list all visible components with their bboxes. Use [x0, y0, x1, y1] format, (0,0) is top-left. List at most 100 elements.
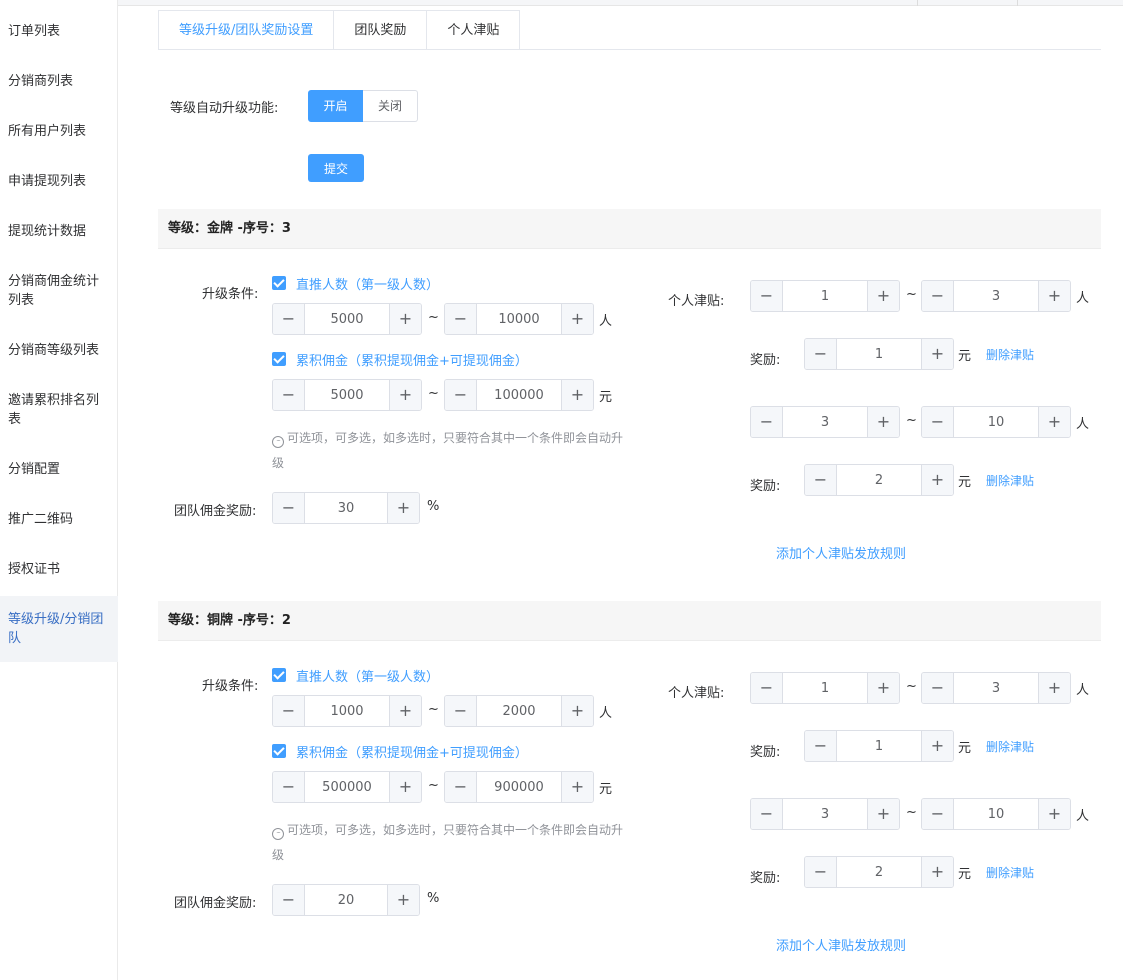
number-input[interactable]: [305, 493, 387, 523]
plus-button[interactable]: +: [389, 696, 421, 726]
number-input[interactable]: [954, 799, 1038, 829]
sidebar-item-all-users[interactable]: 所有用户列表: [0, 122, 118, 141]
number-input[interactable]: [837, 339, 921, 369]
plus-button[interactable]: +: [561, 696, 593, 726]
minus-button[interactable]: −: [805, 857, 837, 887]
minus-button[interactable]: −: [805, 465, 837, 495]
minus-button[interactable]: −: [273, 380, 305, 410]
number-input[interactable]: [783, 799, 867, 829]
plus-button[interactable]: +: [867, 281, 899, 311]
plus-button[interactable]: +: [389, 304, 421, 334]
sidebar-item-orders[interactable]: 订单列表: [0, 22, 118, 41]
sidebar-item-certificate[interactable]: 授权证书: [0, 560, 118, 579]
number-input[interactable]: [783, 281, 867, 311]
plus-button[interactable]: +: [921, 339, 953, 369]
number-input[interactable]: [305, 304, 389, 334]
plus-button[interactable]: +: [1038, 799, 1070, 829]
minus-button[interactable]: −: [751, 799, 783, 829]
direct-count-option-label[interactable]: 直推人数（第一级人数）: [296, 274, 439, 293]
upgrade-condition-label: 升级条件:: [202, 679, 259, 694]
direct-count-checkbox[interactable]: [272, 276, 286, 290]
minus-button[interactable]: −: [445, 772, 477, 802]
minus-button[interactable]: −: [751, 673, 783, 703]
plus-button[interactable]: +: [561, 304, 593, 334]
delete-allowance-link[interactable]: 删除津贴: [986, 864, 1034, 881]
plus-button[interactable]: +: [867, 407, 899, 437]
plus-button[interactable]: +: [561, 772, 593, 802]
plus-button[interactable]: +: [387, 885, 419, 915]
sidebar-item-distributor-levels[interactable]: 分销商等级列表: [0, 341, 118, 360]
plus-button[interactable]: +: [1038, 281, 1070, 311]
minus-button[interactable]: −: [273, 696, 305, 726]
minus-button[interactable]: −: [922, 799, 954, 829]
plus-button[interactable]: +: [389, 380, 421, 410]
delete-allowance-link[interactable]: 删除津贴: [986, 738, 1034, 755]
plus-button[interactable]: +: [867, 799, 899, 829]
minus-button[interactable]: −: [445, 696, 477, 726]
direct-count-checkbox[interactable]: [272, 668, 286, 682]
number-input[interactable]: [305, 380, 389, 410]
minus-button[interactable]: −: [922, 407, 954, 437]
number-input[interactable]: [783, 407, 867, 437]
number-input[interactable]: [837, 857, 921, 887]
number-input[interactable]: [305, 772, 389, 802]
direct-count-option-label[interactable]: 直推人数（第一级人数）: [296, 666, 439, 685]
sidebar-item-qrcode[interactable]: 推广二维码: [0, 510, 118, 529]
submit-button[interactable]: 提交: [308, 154, 364, 182]
sidebar-item-distributors[interactable]: 分销商列表: [0, 72, 118, 91]
number-input[interactable]: [837, 731, 921, 761]
delete-allowance-link[interactable]: 删除津贴: [986, 472, 1034, 489]
add-allowance-rule-link[interactable]: 添加个人津贴发放规则: [776, 543, 906, 562]
sidebar-item-withdraw-stats[interactable]: 提现统计数据: [0, 222, 118, 241]
number-input[interactable]: [954, 281, 1038, 311]
minus-button[interactable]: −: [273, 304, 305, 334]
sidebar-item-invite-ranking[interactable]: 邀请累积排名列表: [0, 391, 110, 429]
plus-button[interactable]: +: [867, 673, 899, 703]
tab-level-upgrade-settings[interactable]: 等级升级/团队奖励设置: [158, 10, 335, 50]
minus-button[interactable]: −: [922, 281, 954, 311]
minus-button[interactable]: −: [805, 731, 837, 761]
number-input[interactable]: [477, 380, 561, 410]
sidebar-item-withdraw-requests[interactable]: 申请提现列表: [0, 172, 118, 191]
minus-button[interactable]: −: [922, 673, 954, 703]
minus-button[interactable]: −: [805, 339, 837, 369]
reward-label: 奖励:: [750, 871, 781, 886]
tab-team-reward[interactable]: 团队奖励: [334, 10, 428, 50]
sidebar-item-level-upgrade[interactable]: 等级升级/分销团队: [0, 596, 118, 662]
commission-checkbox[interactable]: [272, 744, 286, 758]
sidebar-item-distribution-config[interactable]: 分销配置: [0, 460, 118, 479]
plus-button[interactable]: +: [921, 465, 953, 495]
plus-button[interactable]: +: [1038, 407, 1070, 437]
minus-button[interactable]: −: [273, 493, 305, 523]
number-input[interactable]: [305, 885, 387, 915]
minus-button[interactable]: −: [445, 304, 477, 334]
minus-button[interactable]: −: [751, 281, 783, 311]
number-input[interactable]: [305, 696, 389, 726]
number-input[interactable]: [954, 673, 1038, 703]
number-input[interactable]: [477, 772, 561, 802]
plus-button[interactable]: +: [921, 857, 953, 887]
number-input[interactable]: [477, 304, 561, 334]
sidebar-item-commission-stats[interactable]: 分销商佣金统计列表: [0, 272, 110, 310]
delete-allowance-link[interactable]: 删除津贴: [986, 346, 1034, 363]
minus-button[interactable]: −: [273, 772, 305, 802]
commission-checkbox[interactable]: [272, 352, 286, 366]
toggle-on-button[interactable]: 开启: [308, 90, 363, 122]
plus-button[interactable]: +: [387, 493, 419, 523]
number-input[interactable]: [477, 696, 561, 726]
number-input[interactable]: [783, 673, 867, 703]
minus-button[interactable]: −: [273, 885, 305, 915]
number-input[interactable]: [954, 407, 1038, 437]
plus-button[interactable]: +: [921, 731, 953, 761]
number-input[interactable]: [837, 465, 921, 495]
tab-personal-allowance[interactable]: 个人津贴: [427, 10, 521, 50]
minus-button[interactable]: −: [751, 407, 783, 437]
plus-button[interactable]: +: [1038, 673, 1070, 703]
toggle-off-button[interactable]: 关闭: [363, 90, 418, 122]
plus-button[interactable]: +: [389, 772, 421, 802]
minus-button[interactable]: −: [445, 380, 477, 410]
add-allowance-rule-link[interactable]: 添加个人津贴发放规则: [776, 935, 906, 954]
commission-option-label[interactable]: 累积佣金（累积提现佣金+可提现佣金）: [296, 350, 528, 369]
plus-button[interactable]: +: [561, 380, 593, 410]
commission-option-label[interactable]: 累积佣金（累积提现佣金+可提现佣金）: [296, 742, 528, 761]
